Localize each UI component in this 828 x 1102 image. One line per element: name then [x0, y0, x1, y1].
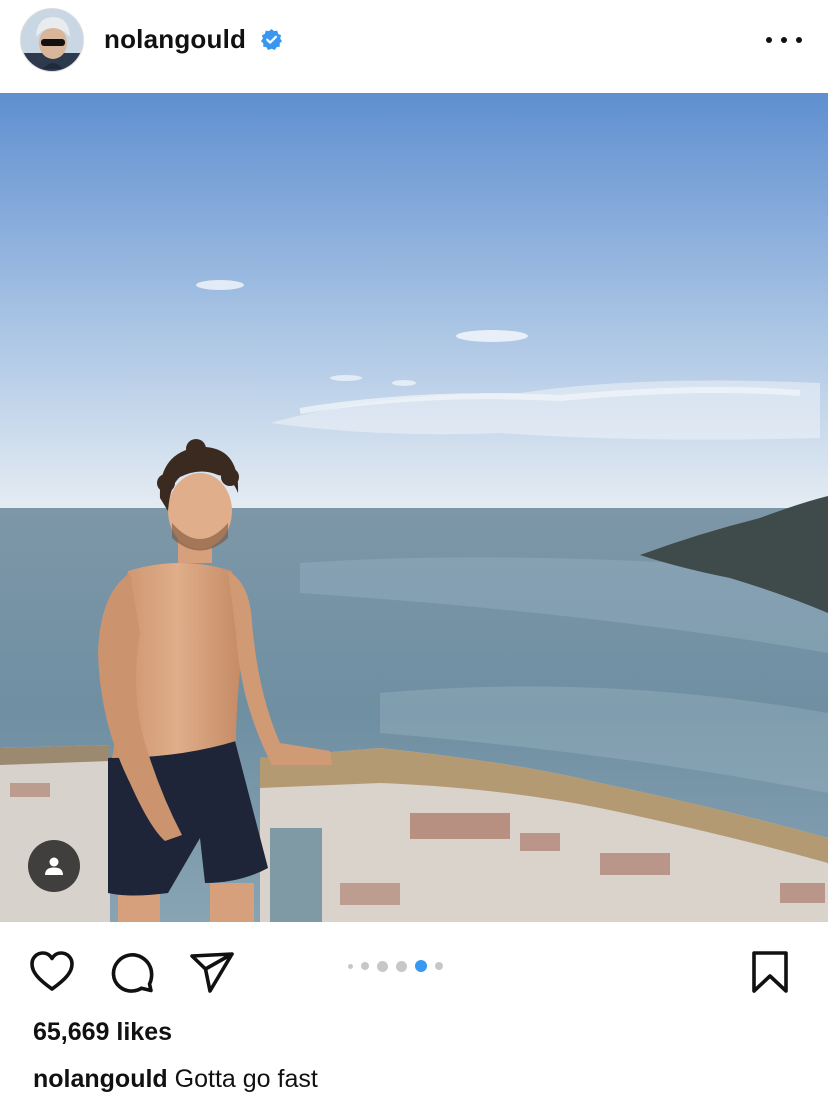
profile-avatar[interactable]	[20, 8, 84, 72]
more-dot	[766, 37, 772, 43]
post-photo[interactable]	[0, 93, 828, 922]
caption-username[interactable]: nolangould	[33, 1065, 168, 1093]
user-tag-icon[interactable]	[28, 840, 80, 892]
post-header: nolangould	[0, 0, 828, 93]
avatar-image	[21, 9, 83, 71]
heart-icon[interactable]	[28, 948, 76, 996]
carousel-dot	[435, 962, 443, 970]
post-username[interactable]: nolangould	[104, 24, 246, 55]
user-silhouette-icon	[45, 857, 63, 875]
more-options-icon[interactable]	[762, 24, 806, 56]
paper-plane-icon[interactable]	[188, 948, 236, 996]
carousel-dot	[361, 962, 369, 970]
carousel-indicator	[348, 960, 451, 972]
comment-bubble-icon[interactable]	[108, 948, 156, 996]
carousel-dot	[348, 963, 353, 969]
carousel-dot	[396, 960, 407, 972]
more-dot	[781, 37, 787, 43]
carousel-dot	[377, 960, 388, 972]
caption-text: Gotta go fast	[174, 1065, 318, 1093]
like-count[interactable]: 65,669 likes	[33, 1018, 172, 1047]
carousel-dot-active	[415, 960, 427, 972]
post-caption: nolangould Gotta go fast	[33, 1065, 318, 1094]
more-dot	[796, 37, 802, 43]
photo-scene	[0, 93, 828, 922]
verified-badge-icon	[260, 28, 283, 50]
bookmark-icon[interactable]	[746, 948, 794, 996]
